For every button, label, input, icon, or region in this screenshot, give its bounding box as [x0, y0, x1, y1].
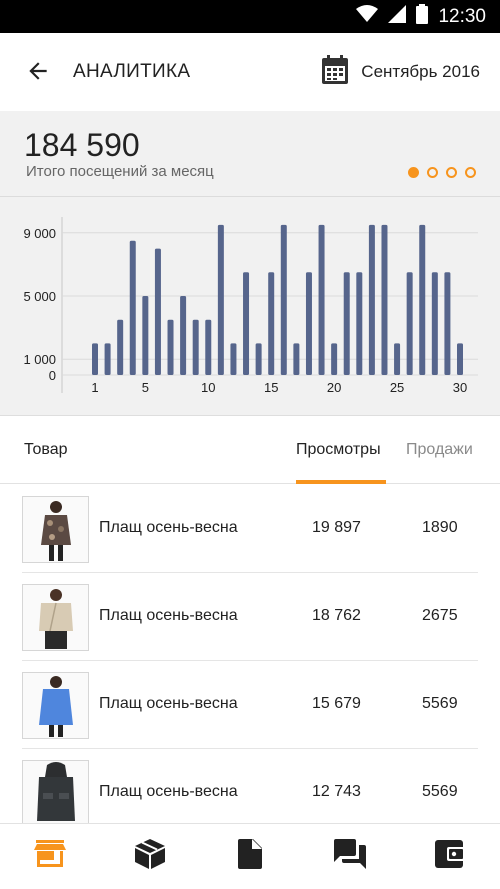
bar-day-9[interactable] — [192, 319, 199, 375]
product-name: Плащ осень-весна — [99, 695, 238, 712]
list-item[interactable]: Плащ осень-весна 15 679 5569 — [22, 661, 478, 749]
back-button[interactable] — [22, 57, 54, 89]
calendar-icon — [321, 54, 349, 90]
page-title: АНАЛИТИКА — [73, 61, 191, 82]
bar-day-11[interactable] — [217, 224, 224, 375]
bar-chart: 9 0005 0001 00001 5 10 15 20 25 30 — [23, 217, 478, 395]
app-bar: АНАЛИТИКА Сентябрь 2016 — [0, 33, 500, 111]
product-sales: 5569 — [422, 695, 458, 712]
bar-day-5[interactable] — [142, 296, 149, 375]
coat-blue-image — [22, 672, 89, 739]
list-item[interactable]: Плащ осень-весна 19 897 1890 — [22, 485, 478, 573]
bar-day-10[interactable] — [205, 319, 212, 375]
x-tick-label: 15 — [264, 380, 278, 395]
bar-day-6[interactable] — [154, 248, 161, 375]
bar-day-8[interactable] — [180, 296, 187, 375]
nav-products[interactable] — [100, 824, 200, 889]
bar-day-30[interactable] — [457, 343, 463, 375]
bar-day-18[interactable] — [305, 272, 312, 375]
battery-icon — [416, 4, 429, 29]
bar-day-15[interactable] — [268, 272, 275, 375]
column-header-product: Товар — [24, 441, 68, 458]
chat-icon — [334, 839, 366, 874]
list-item[interactable]: Плащ осень-весна 18 762 2675 — [22, 573, 478, 661]
product-sales: 2675 — [422, 607, 458, 624]
visits-summary: 184 590 Итого посещений за месяц — [0, 111, 500, 197]
bar-day-7[interactable] — [167, 319, 174, 375]
active-tab-indicator — [296, 480, 386, 484]
bar-day-1[interactable] — [92, 343, 98, 375]
status-bar: 12:30 — [0, 0, 500, 33]
bar-day-22[interactable] — [356, 272, 363, 375]
bar-day-4[interactable] — [129, 240, 136, 375]
product-views: 12 743 — [312, 783, 361, 800]
y-tick-label: 5 000 — [23, 289, 56, 304]
x-tick-label: 20 — [327, 380, 341, 395]
bar-day-19[interactable] — [318, 224, 325, 375]
nav-messages[interactable] — [300, 824, 400, 889]
tab-sales[interactable]: Продажи — [406, 441, 473, 459]
coat-floral-image — [22, 496, 89, 563]
bar-day-23[interactable] — [368, 224, 375, 375]
y-tick-label: 9 000 — [23, 226, 56, 241]
page-indicator — [408, 167, 476, 178]
store-icon — [34, 840, 66, 873]
bar-day-25[interactable] — [394, 343, 401, 375]
bar-day-20[interactable] — [331, 343, 338, 375]
wallet-icon — [435, 840, 465, 873]
page-dot[interactable] — [446, 167, 457, 178]
bar-day-27[interactable] — [419, 224, 426, 375]
x-tick-label: 10 — [201, 380, 215, 395]
x-tick-label: 1 — [91, 380, 98, 395]
total-visits-label: Итого посещений за месяц — [26, 163, 214, 180]
product-sales: 5569 — [422, 783, 458, 800]
parka-dark-image — [22, 760, 89, 827]
page-dot[interactable] — [427, 167, 438, 178]
nav-documents[interactable] — [200, 824, 300, 889]
product-list: Плащ осень-весна 19 897 1890 Плащ осень-… — [0, 485, 500, 837]
page-dot[interactable] — [465, 167, 476, 178]
product-views: 18 762 — [312, 607, 361, 624]
visits-chart: 9 000 5 000 1 000 0 1 5 10 15 20 25 30 — [0, 197, 500, 416]
x-tick-label: 5 — [142, 380, 149, 395]
bar-day-12[interactable] — [230, 343, 237, 375]
bar-day-13[interactable] — [243, 272, 250, 375]
package-icon — [134, 838, 166, 875]
month-label: Сентябрь 2016 — [361, 62, 480, 81]
x-tick-label: 25 — [390, 380, 404, 395]
y-tick-label: 0 — [49, 368, 56, 383]
status-time: 12:30 — [438, 5, 486, 27]
page-dot[interactable] — [408, 167, 419, 178]
y-tick-label: 1 000 — [23, 352, 56, 367]
bar-day-2[interactable] — [104, 343, 111, 375]
bar-day-24[interactable] — [381, 224, 388, 375]
bar-day-16[interactable] — [280, 224, 287, 375]
signal-icon — [388, 5, 407, 28]
table-header: Товар Просмотры Продажи — [0, 417, 500, 484]
bar-day-29[interactable] — [444, 272, 451, 375]
bottom-navigation — [0, 823, 500, 889]
product-views: 15 679 — [312, 695, 361, 712]
wifi-icon — [356, 5, 379, 28]
tab-views[interactable]: Просмотры — [296, 441, 381, 459]
jacket-beige-image — [22, 584, 89, 651]
product-name: Плащ осень-весна — [99, 783, 238, 800]
total-visits-value: 184 590 — [24, 127, 140, 163]
product-sales: 1890 — [422, 519, 458, 536]
bar-day-21[interactable] — [343, 272, 350, 375]
bar-day-17[interactable] — [293, 343, 300, 375]
product-name: Плащ осень-весна — [99, 607, 238, 624]
bar-day-3[interactable] — [117, 319, 124, 375]
nav-wallet[interactable] — [400, 824, 500, 889]
product-name: Плащ осень-весна — [99, 519, 238, 536]
x-tick-label: 30 — [453, 380, 467, 395]
arrow-back-icon — [25, 58, 51, 89]
document-icon — [238, 839, 262, 874]
nav-store[interactable] — [0, 824, 100, 889]
month-selector[interactable]: Сентябрь 2016 — [321, 54, 480, 90]
bar-day-28[interactable] — [431, 272, 438, 375]
bar-day-14[interactable] — [255, 343, 262, 375]
bar-day-26[interactable] — [406, 272, 413, 375]
product-views: 19 897 — [312, 519, 361, 536]
